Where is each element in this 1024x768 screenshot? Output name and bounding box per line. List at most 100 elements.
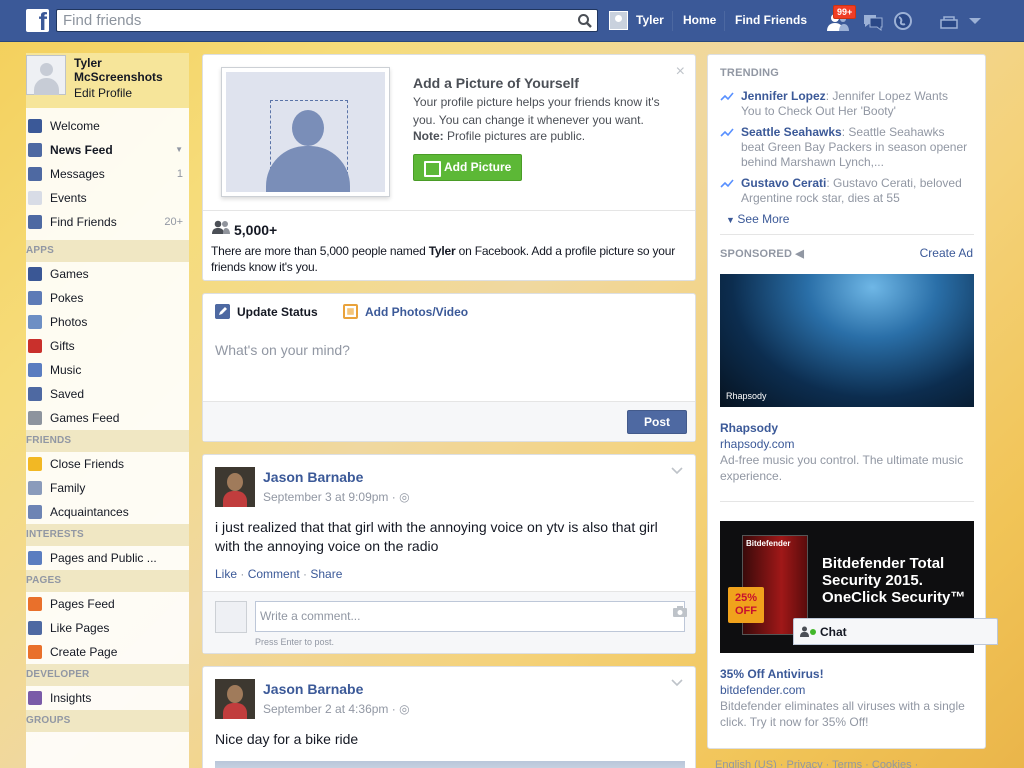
online-dot	[810, 629, 816, 635]
sidebar-item-family[interactable]: Family	[26, 476, 189, 500]
insights-icon	[28, 691, 42, 705]
status-input[interactable]: What's on your mind?	[215, 342, 350, 358]
profile-summary: Tyler McScreenshots Edit Profile	[26, 53, 189, 108]
ad-url[interactable]: bitdefender.com	[720, 683, 805, 697]
sidebar-item-acquaintances[interactable]: Acquaintances	[26, 500, 189, 524]
apps-section: APPS Games Pokes Photos Gifts Music Saved Game…	[26, 240, 189, 430]
sidebar-item-welcome[interactable]: Welcome	[26, 114, 189, 138]
close-icon[interactable]: ×	[676, 63, 685, 81]
create-ad-link[interactable]: Create Ad	[920, 246, 973, 260]
section-header-groups: GROUPS	[26, 710, 189, 732]
sidebar-item-like-pages[interactable]: Like Pages	[26, 616, 189, 640]
tab-add-photos-video[interactable]: Add Photos/Video	[365, 305, 468, 319]
edit-profile-link[interactable]: Edit Profile	[74, 86, 132, 100]
avatar[interactable]	[215, 679, 255, 719]
create-page-icon	[28, 645, 42, 659]
messages-icon[interactable]	[862, 12, 884, 32]
chevron-down-icon[interactable]	[968, 16, 982, 26]
trending-item[interactable]: Seattle Seahawks: Seattle Seahawks beat …	[720, 125, 970, 170]
search-icon[interactable]	[577, 13, 593, 29]
sidebar-item-games[interactable]: Games	[26, 262, 189, 286]
section-header-apps: APPS	[26, 240, 189, 262]
feed-post: Jason Barnabe September 2 at 4:36pm · ◎ …	[202, 666, 696, 768]
sidebar-item-events[interactable]: Events	[26, 186, 189, 210]
sidebar-item-label: Find Friends	[50, 215, 117, 229]
comment-input[interactable]: Write a comment...	[255, 601, 685, 632]
add-picture-button[interactable]: Add Picture	[413, 154, 522, 181]
sidebar-item-label: Gifts	[50, 339, 75, 353]
add-picture-note: Note: Profile pictures are public.	[413, 129, 586, 143]
groups-section: GROUPS	[26, 710, 189, 732]
sidebar-item-photos[interactable]: Photos	[26, 310, 189, 334]
avatar[interactable]	[215, 467, 255, 507]
footer-links[interactable]: English (US) · Privacy · Terms · Cookies…	[715, 759, 918, 768]
sidebar-item-label: Events	[50, 191, 87, 205]
sidebar-item-games-feed[interactable]: Games Feed	[26, 406, 189, 430]
sidebar-item-pokes[interactable]: Pokes	[26, 286, 189, 310]
chevron-down-icon[interactable]	[671, 467, 683, 475]
left-sidebar: Tyler McScreenshots Edit Profile Welcome…	[26, 53, 189, 768]
sidebar-item-messages[interactable]: Messages 1	[26, 162, 189, 186]
post-photo[interactable]	[215, 761, 685, 768]
nav-avatar[interactable]	[609, 11, 628, 30]
ad-url[interactable]: rhapsody.com	[720, 437, 794, 451]
sidebar-item-close-friends[interactable]: Close Friends	[26, 452, 189, 476]
post-author[interactable]: Jason Barnabe	[263, 469, 363, 485]
see-more-link[interactable]: ▼ See More	[726, 212, 789, 226]
trending-item[interactable]: Jennifer Lopez: Jennifer Lopez Wants You…	[720, 89, 970, 119]
nav-profile-link[interactable]: Tyler	[636, 13, 664, 27]
post-actions: Like · Comment · Share	[215, 567, 343, 581]
trending-item[interactable]: Gustavo Cerati: Gustavo Cerati, beloved …	[720, 176, 970, 206]
sidebar-item-label: Insights	[50, 691, 92, 705]
like-pages-icon	[28, 621, 42, 635]
sidebar-item-create-page[interactable]: Create Page	[26, 640, 189, 664]
discount-badge: 25% OFF	[728, 587, 764, 623]
privacy-shortcuts-icon[interactable]	[939, 13, 959, 29]
developer-section: DEVELOPER Insights	[26, 664, 189, 710]
games-feed-icon	[28, 411, 42, 425]
comment-link[interactable]: Comment	[248, 567, 300, 581]
sidebar-item-label: Pokes	[50, 291, 84, 305]
post-text: Nice day for a bike ride	[215, 731, 359, 747]
sidebar-item-news-feed[interactable]: News Feed ▼	[26, 138, 189, 162]
section-header-developer: DEVELOPER	[26, 664, 189, 686]
sidebar-item-pages-and-public[interactable]: Pages and Public ...	[26, 546, 189, 570]
camera-icon[interactable]	[673, 606, 687, 617]
search-input[interactable]	[57, 10, 557, 31]
like-link[interactable]: Like	[215, 567, 237, 581]
ad-title[interactable]: 35% Off Antivirus!	[720, 667, 824, 681]
post-button[interactable]: Post	[627, 410, 687, 434]
sidebar-item-pages-feed[interactable]: Pages Feed	[26, 592, 189, 616]
avatar[interactable]	[26, 55, 66, 95]
post-timestamp[interactable]: September 3 at 9:09pm · ◎	[263, 490, 410, 504]
notifications-globe-icon[interactable]	[893, 11, 913, 31]
sidebar-item-saved[interactable]: Saved	[26, 382, 189, 406]
sidebar-item-gifts[interactable]: Gifts	[26, 334, 189, 358]
sidebar-item-find-friends[interactable]: Find Friends 20+	[26, 210, 189, 234]
post-timestamp[interactable]: September 2 at 4:36pm · ◎	[263, 702, 410, 716]
facebook-logo[interactable]: f	[26, 9, 49, 32]
sidebar-item-music[interactable]: Music	[26, 358, 189, 382]
ad-image-rhapsody[interactable]: Rhapsody	[720, 274, 974, 407]
sidebar-item-label: Saved	[50, 387, 85, 401]
people-icon	[212, 220, 230, 234]
chevron-down-icon[interactable]	[671, 679, 683, 687]
games-icon	[28, 267, 42, 281]
nav-home-link[interactable]: Home	[683, 13, 716, 27]
profile-name[interactable]: Tyler McScreenshots	[74, 56, 186, 84]
profile-placeholder-image[interactable]	[221, 67, 390, 197]
person-icon	[800, 626, 809, 637]
avatar	[215, 601, 247, 633]
post-author[interactable]: Jason Barnabe	[263, 681, 363, 697]
nav-divider	[672, 11, 673, 31]
tab-update-status[interactable]: Update Status	[237, 305, 318, 319]
comment-box: Write a comment... Press Enter to post.	[203, 591, 695, 653]
chevron-down-icon[interactable]: ▼	[175, 138, 183, 162]
chat-tab[interactable]: Chat	[793, 618, 998, 645]
share-link[interactable]: Share	[310, 567, 342, 581]
sidebar-item-insights[interactable]: Insights	[26, 686, 189, 710]
music-icon	[28, 363, 42, 377]
nav-find-friends-link[interactable]: Find Friends	[735, 13, 807, 27]
ad-title[interactable]: Rhapsody	[720, 421, 778, 435]
friend-requests-badge: 99+	[833, 5, 857, 19]
